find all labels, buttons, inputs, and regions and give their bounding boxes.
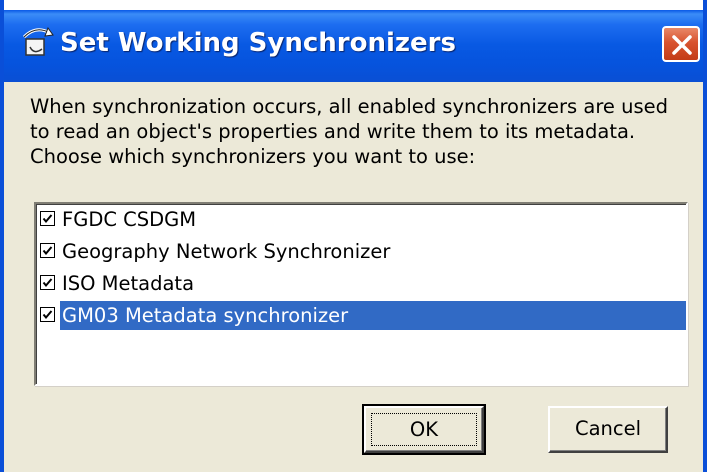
synchronizer-checkbox[interactable] bbox=[40, 211, 55, 226]
checkmark-icon bbox=[42, 246, 53, 256]
checkmark-icon bbox=[42, 310, 53, 320]
checkmark-icon bbox=[42, 278, 53, 288]
synchronizer-checkbox[interactable] bbox=[40, 307, 55, 322]
synchronizer-checkbox[interactable] bbox=[40, 243, 55, 258]
dialog-content: When synchronization occurs, all enabled… bbox=[4, 82, 703, 472]
list-item[interactable]: Geography Network Synchronizer bbox=[36, 236, 686, 268]
list-item-selected[interactable]: GM03 Metadata synchronizer bbox=[36, 300, 686, 332]
dialog-window: Set Working Synchronizers When synchroni… bbox=[0, 0, 707, 472]
cancel-button[interactable]: Cancel bbox=[548, 406, 668, 453]
synchronizer-list[interactable]: FGDC CSDGM Geography Network Synchronize… bbox=[34, 202, 688, 386]
cancel-button-label: Cancel bbox=[574, 417, 642, 440]
list-item-label: FGDC CSDGM bbox=[62, 208, 197, 231]
title-bar[interactable]: Set Working Synchronizers bbox=[4, 0, 703, 82]
close-button[interactable] bbox=[662, 26, 700, 62]
synchronizer-checkbox[interactable] bbox=[40, 275, 55, 290]
list-item-label: ISO Metadata bbox=[62, 272, 195, 295]
list-item-label: GM03 Metadata synchronizer bbox=[60, 301, 686, 330]
checkmark-icon bbox=[42, 214, 53, 224]
ok-button-label: OK bbox=[371, 413, 477, 446]
window-title: Set Working Synchronizers bbox=[60, 28, 456, 58]
description-text: When synchronization occurs, all enabled… bbox=[30, 95, 668, 168]
list-item[interactable]: FGDC CSDGM bbox=[36, 204, 686, 236]
list-item[interactable]: ISO Metadata bbox=[36, 268, 686, 300]
close-icon bbox=[672, 35, 692, 55]
list-item-label: Geography Network Synchronizer bbox=[62, 240, 391, 263]
synchronizer-icon bbox=[22, 26, 54, 56]
ok-button[interactable]: OK bbox=[362, 404, 486, 455]
